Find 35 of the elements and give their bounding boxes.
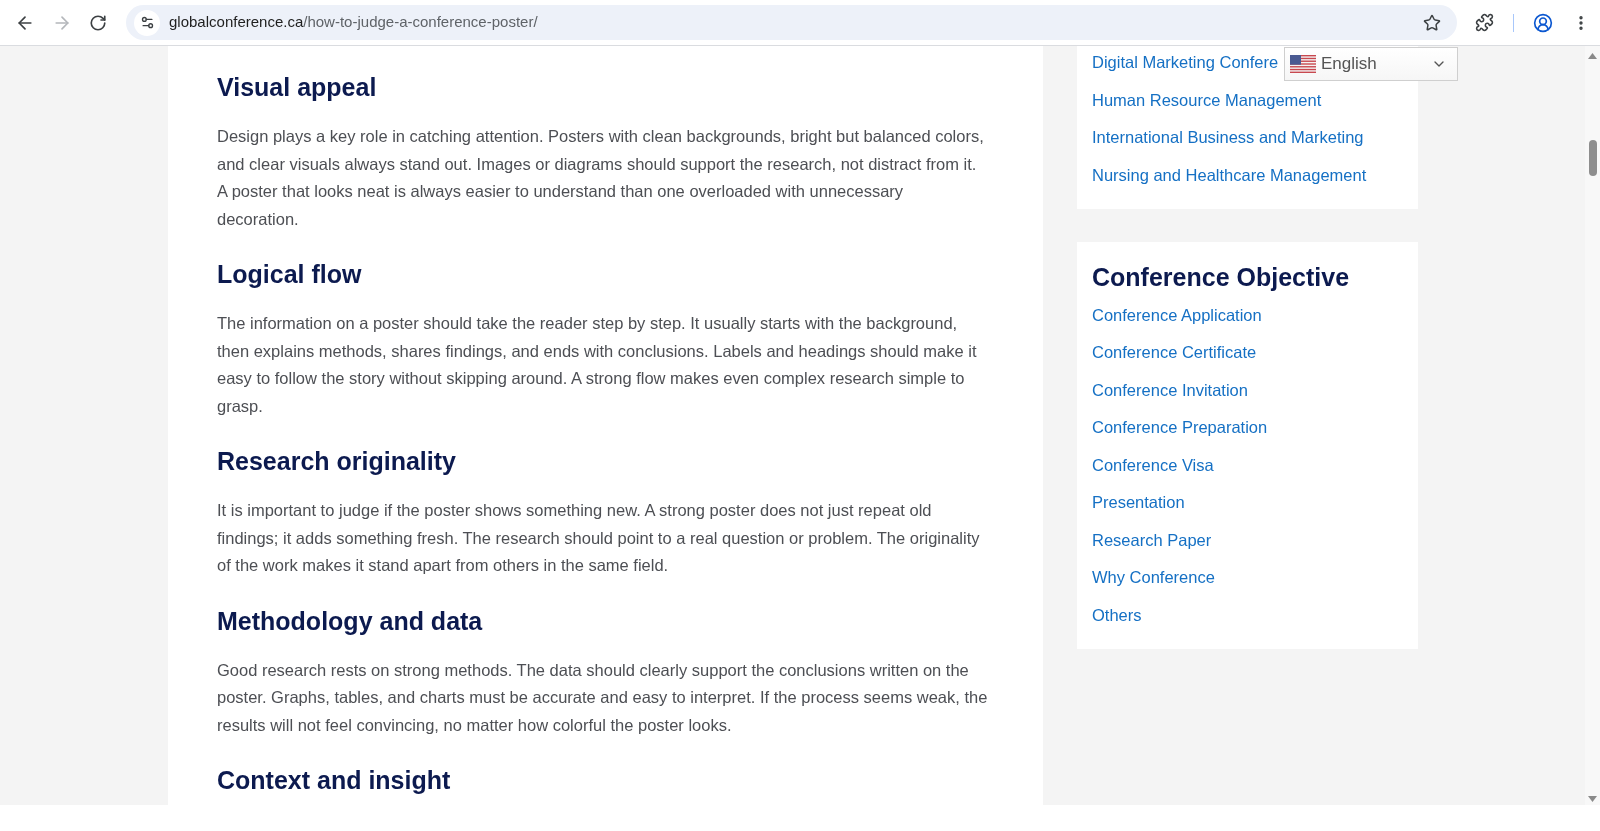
sidebar-link[interactable]: International Business and Marketing — [1092, 126, 1364, 148]
sidebar-heading: Conference Objective — [1092, 261, 1351, 293]
scroll-down-arrow-icon[interactable] — [1588, 796, 1597, 802]
extensions-icon[interactable] — [1474, 13, 1494, 32]
paragraph: The information on a poster should take the reader step by step. It usually starts with the background, then explains methods, shares findings, and ends with conclusions. Labels and headings should make it easy to follow the story without skipping around. A strong flow makes even complex research simple to grasp. — [217, 313, 978, 417]
section-heading: Research originality — [217, 446, 457, 477]
profile-icon[interactable] — [1533, 12, 1554, 33]
sidebar-link[interactable]: Conference Invitation — [1092, 378, 1248, 401]
section-heading: Logical flow — [217, 259, 363, 290]
sidebar-link[interactable]: Presentation — [1092, 491, 1185, 513]
sidebar-link[interactable]: Why Conference — [1092, 566, 1215, 588]
sidebar-link[interactable]: Conference Certificate — [1092, 341, 1257, 363]
section-heading: Context and insight — [217, 765, 452, 796]
language-select[interactable]: English — [1284, 47, 1458, 81]
reload-icon[interactable] — [89, 13, 108, 32]
paragraph: It is important to judge if the poster shows something new. A strong poster does not just repeat old findings; it adds something fresh. The research should point to a real question or problem. The originality of the work makes it stand apart from others in the same field. — [217, 500, 981, 576]
scrollbar-thumb[interactable] — [1588, 140, 1597, 176]
sidebar-link[interactable]: Nursing and Healthcare Management — [1092, 163, 1367, 186]
address-bar[interactable]: globalconference.ca/how-to-judge-a-conference-poster/ — [126, 5, 1457, 40]
site-settings-icon[interactable] — [134, 9, 160, 36]
sidebar-link[interactable]: Conference Visa — [1092, 453, 1214, 476]
sidebar-link[interactable]: Human Resource Management — [1092, 88, 1322, 111]
sidebar-link[interactable]: Digital Marketing Confere — [1092, 51, 1279, 73]
url-text[interactable]: globalconference.ca/how-to-judge-a-conference-poster/ — [169, 11, 538, 34]
sidebar-link[interactable]: Conference Preparation — [1092, 416, 1268, 438]
section-heading: Methodology and data — [217, 605, 484, 637]
sidebar-link[interactable]: Research Paper — [1092, 528, 1212, 551]
scroll-up-arrow-icon[interactable] — [1588, 53, 1597, 59]
paragraph: Design plays a key role in catching attention. Posters with clean backgrounds, bright but balanced colors, and clear visuals always stand out. Images or diagrams should support the research, not distract from it. A poster that looks neat is always easier to understand than one overloaded with unnecessary decoration. — [217, 126, 985, 230]
sidebar-link[interactable]: Others — [1092, 603, 1142, 626]
flag-icon — [1290, 55, 1316, 73]
sidebar-link[interactable]: Conference Application — [1092, 303, 1262, 326]
paragraph: Good research rests on strong methods. The data should clearly support the conclusions written on the poster. Graphs, tables, and charts must be accurate and easy to interpret. If the process seems weak, the results will not feel convincing, no matter how colorful the poster looks. — [217, 659, 989, 736]
section-heading: Visual appeal — [217, 72, 378, 103]
bookmark-star-icon[interactable] — [1423, 13, 1441, 32]
